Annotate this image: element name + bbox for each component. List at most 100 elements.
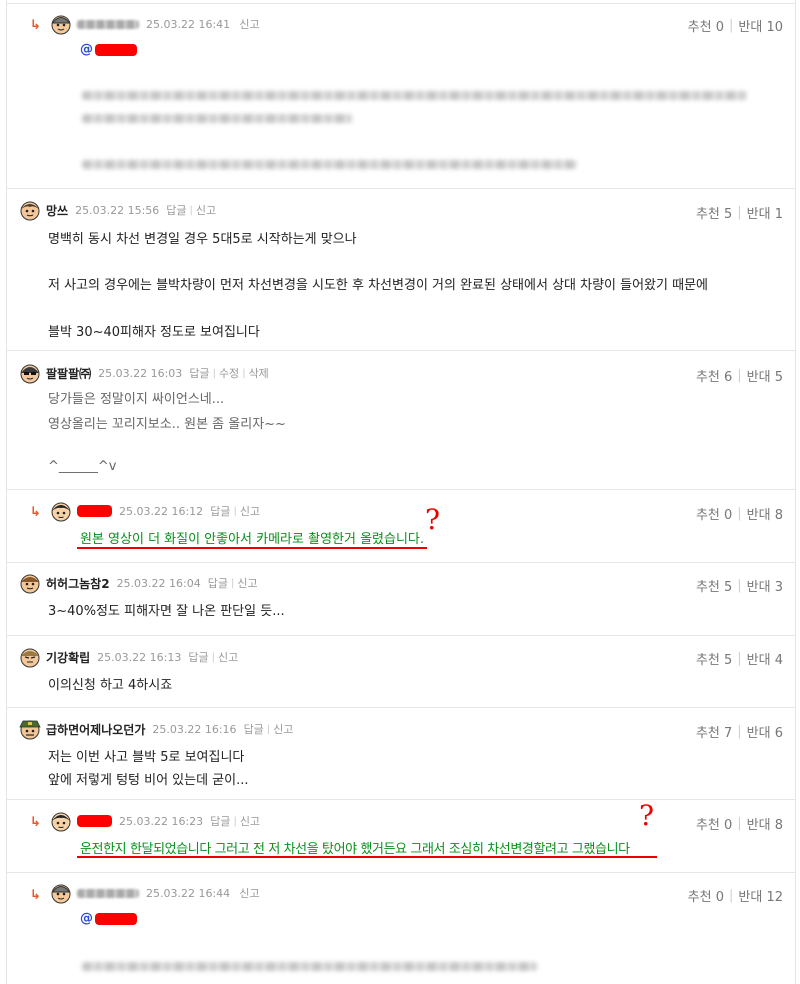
report-link[interactable]: 신고: [273, 721, 293, 737]
vote-box: 추천 0 | 반대 8: [695, 814, 783, 833]
delete-link[interactable]: 삭제: [249, 365, 269, 381]
comment-item: 기강확립 25.03.22 16:13 답글 | 신고 추천 5 | 반대 4 …: [7, 636, 795, 708]
comment-meta: 25.03.22 16:04 답글 | 신고: [116, 575, 258, 591]
timestamp: 25.03.22 16:12: [119, 504, 204, 518]
comment-meta: 25.03.22 16:41 신고: [146, 16, 260, 32]
mention[interactable]: @: [80, 911, 137, 926]
reply-arrow-icon: ↳: [30, 505, 41, 520]
vote-box: 추천 0 | 반대 8: [695, 504, 783, 523]
comment-header: 기강확립 25.03.22 16:13 답글 | 신고: [19, 646, 238, 668]
vote-box: 추천 0 | 반대 10: [687, 16, 783, 35]
downvote-button[interactable]: 반대 10: [738, 16, 783, 35]
mention-at: @: [80, 911, 93, 926]
reply-arrow-icon: ↳: [30, 18, 41, 33]
reply-link[interactable]: 답글: [208, 575, 228, 591]
comment-header: 팔팔팔㈜ 25.03.22 16:03 답글 | 수정 | 삭제: [19, 362, 269, 384]
vote-box: 추천 7 | 반대 6: [695, 722, 783, 741]
comment-text: 앞에 저렇게 텅텅 비어 있는데 굳이...: [48, 773, 249, 788]
timestamp: 25.03.22 16:41: [146, 17, 231, 31]
avatar[interactable]: [50, 810, 72, 832]
timestamp: 25.03.22 16:23: [119, 814, 204, 828]
reply-link[interactable]: 답글: [189, 365, 209, 381]
author-name[interactable]: 급하면어제나오던가: [46, 721, 145, 738]
downvote-button[interactable]: 반대 6: [747, 722, 783, 741]
vote-box: 추천 5 | 반대 1: [695, 203, 783, 222]
avatar[interactable]: [19, 572, 41, 594]
author-name[interactable]: [77, 888, 139, 898]
reply-link[interactable]: 답글: [188, 649, 208, 665]
avatar[interactable]: [19, 362, 41, 384]
avatar[interactable]: [50, 500, 72, 522]
mention[interactable]: @: [80, 42, 137, 57]
comment-text: 블박 30~40피해자 정도로 보여집니다: [48, 325, 260, 340]
report-link[interactable]: 신고: [196, 202, 216, 218]
downvote-button[interactable]: 반대 8: [747, 504, 783, 523]
author-name[interactable]: [77, 815, 112, 827]
edit-link[interactable]: 수정: [219, 365, 239, 381]
author-name[interactable]: 허허그놈참2: [46, 575, 110, 592]
annotation-question-mark: ?: [425, 503, 441, 536]
timestamp: 25.03.22 16:16: [152, 722, 237, 736]
report-link[interactable]: 신고: [237, 575, 257, 591]
avatar[interactable]: [19, 718, 41, 740]
upvote-button[interactable]: 추천 0: [688, 16, 724, 35]
timestamp: 25.03.22 16:44: [146, 886, 231, 900]
reply-link[interactable]: 답글: [210, 813, 230, 829]
upvote-button[interactable]: 추천 6: [696, 366, 732, 385]
timestamp: 25.03.22 16:13: [97, 650, 182, 664]
report-link[interactable]: 신고: [239, 885, 259, 901]
downvote-button[interactable]: 반대 8: [747, 814, 783, 833]
avatar[interactable]: [19, 199, 41, 221]
comment-meta: 25.03.22 16:44 신고: [146, 885, 260, 901]
avatar[interactable]: [50, 882, 72, 904]
upvote-button[interactable]: 추천 5: [696, 203, 732, 222]
downvote-button[interactable]: 반대 5: [747, 366, 783, 385]
author-name[interactable]: [77, 19, 139, 29]
author-name[interactable]: [77, 505, 112, 517]
reply-link[interactable]: 답글: [244, 721, 264, 737]
upvote-button[interactable]: 추천 7: [696, 722, 732, 741]
author-name[interactable]: 망쓰: [46, 202, 68, 219]
avatar[interactable]: [19, 646, 41, 668]
comment-text: ^______^v: [48, 459, 117, 474]
comment-text: 저는 이번 사고 블박 5로 보여집니다: [48, 750, 245, 765]
report-link[interactable]: 신고: [240, 813, 260, 829]
redacted-name: [95, 43, 137, 56]
blurred-text: [82, 160, 577, 169]
vote-box: 추천 5 | 반대 4: [695, 649, 783, 668]
upvote-button[interactable]: 추천 5: [696, 576, 732, 595]
vote-box: 추천 5 | 반대 3: [695, 576, 783, 595]
comment-text: 명백히 동시 차선 변경일 경우 5대5로 시작하는게 맞으나: [48, 232, 357, 247]
comment-text: 원본 영상이 더 화질이 안좋아서 카메라로 촬영한거 올렸습니다.: [80, 532, 425, 547]
comment-text: 이의신청 하고 4하시죠: [48, 678, 173, 693]
comment-text: 저 사고의 경우에는 블박차량이 먼저 차선변경을 시도한 후 차선변경이 거의…: [48, 278, 708, 293]
reply-link[interactable]: 답글: [210, 503, 230, 519]
comment-meta: 25.03.22 15:56 답글 | 신고: [75, 202, 217, 218]
avatar[interactable]: [50, 13, 72, 35]
comment-header: 허허그놈참2 25.03.22 16:04 답글 | 신고: [19, 572, 258, 594]
downvote-button[interactable]: 반대 1: [747, 203, 783, 222]
annotation-question-mark: ?: [639, 799, 655, 832]
comment-item: ↳ 25.03.22 16:23 답글 | 신고 추천 0 | 반대 8 운전한…: [7, 800, 795, 873]
annotation-underline: [77, 856, 657, 858]
upvote-button[interactable]: 추천 0: [696, 504, 732, 523]
upvote-button[interactable]: 추천 0: [696, 814, 732, 833]
comment-item: 팔팔팔㈜ 25.03.22 16:03 답글 | 수정 | 삭제 추천 6 | …: [7, 351, 795, 490]
reply-link[interactable]: 답글: [166, 202, 186, 218]
author-name[interactable]: 기강확립: [46, 649, 90, 666]
timestamp: 25.03.22 16:04: [116, 576, 201, 590]
upvote-button[interactable]: 추천 5: [696, 649, 732, 668]
comment-item: ↳ 25.03.22 16:41 신고 추천 0 | 반대 10 @: [7, 4, 795, 189]
report-link[interactable]: 신고: [240, 503, 260, 519]
author-name[interactable]: 팔팔팔㈜: [46, 365, 91, 382]
report-link[interactable]: 신고: [218, 649, 238, 665]
blurred-text: [82, 91, 747, 100]
downvote-button[interactable]: 반대 3: [747, 576, 783, 595]
report-link[interactable]: 신고: [239, 16, 259, 32]
comment-item: ↳ 25.03.22 16:12 답글 | 신고 추천 0 | 반대 8 원본 …: [7, 490, 795, 563]
upvote-button[interactable]: 추천 0: [688, 886, 724, 905]
downvote-button[interactable]: 반대 4: [747, 649, 783, 668]
comment-text: 영상올리는 꼬리지보소.. 원본 좀 올리자~~: [48, 417, 286, 432]
reply-arrow-icon: ↳: [30, 815, 41, 830]
downvote-button[interactable]: 반대 12: [738, 886, 783, 905]
